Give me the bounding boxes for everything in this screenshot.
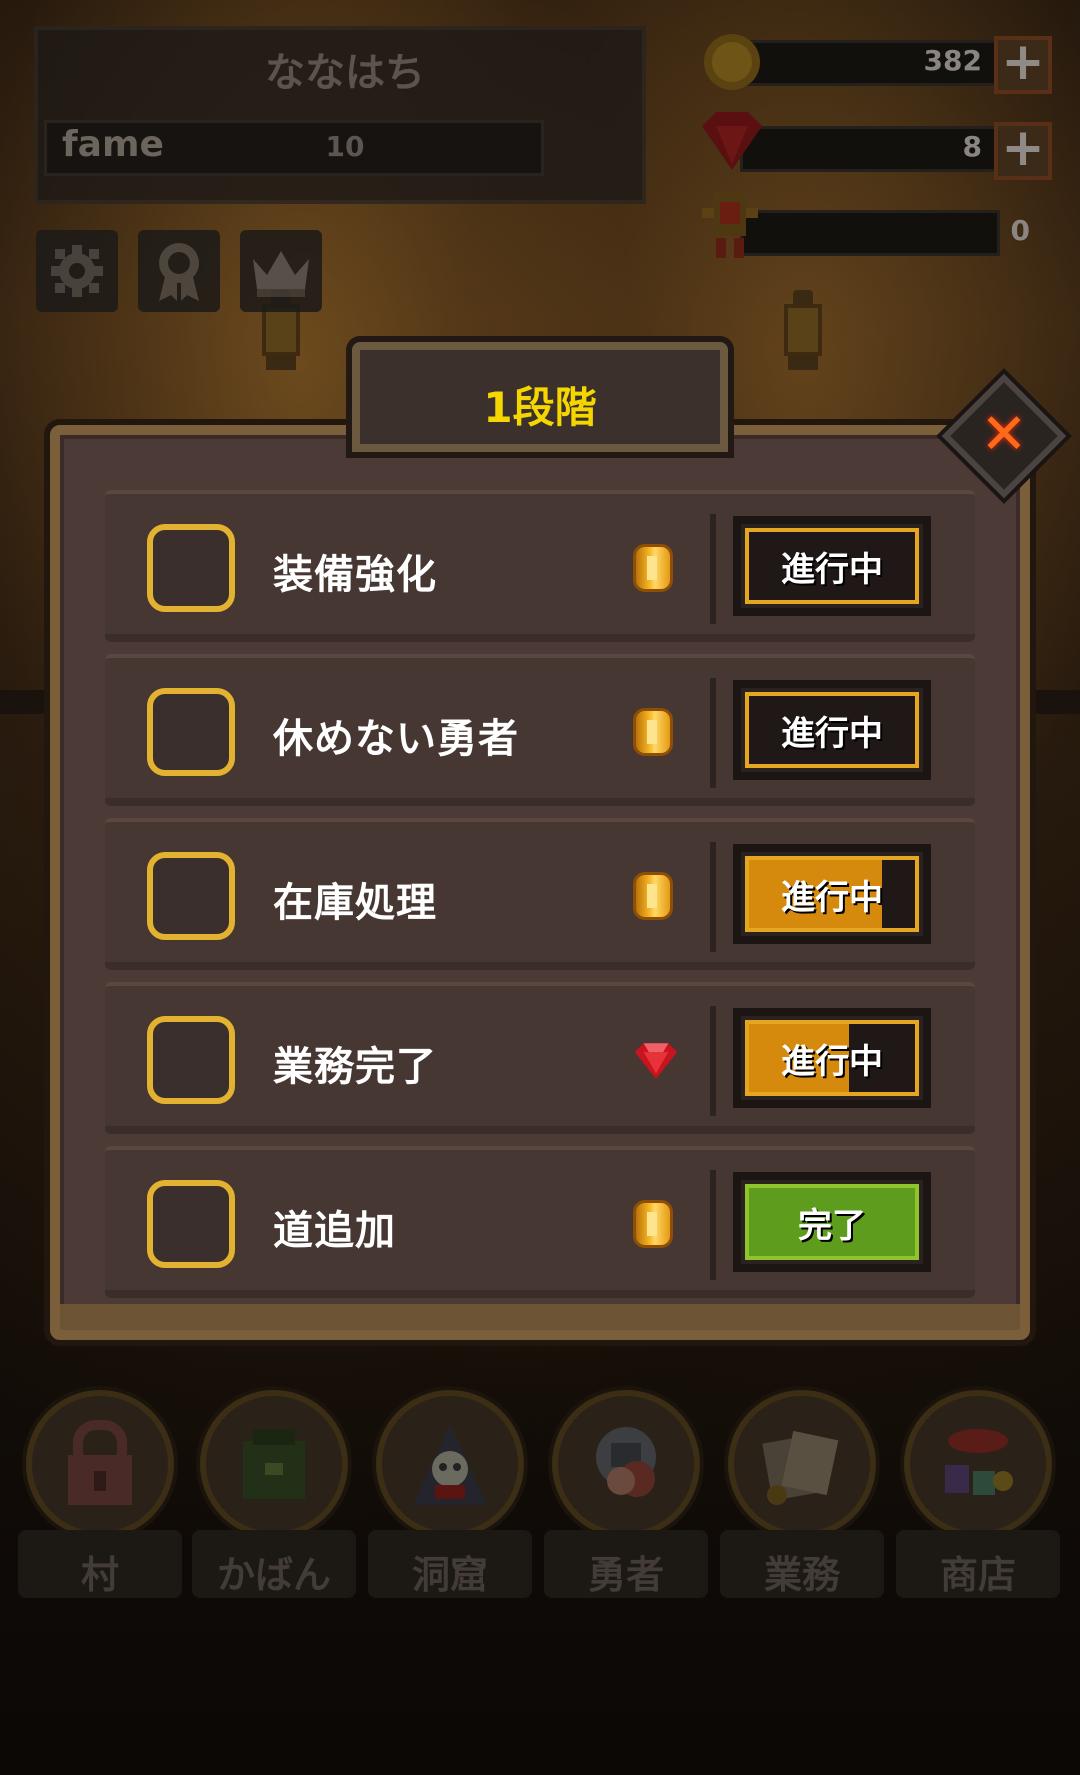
quest-checkbox bbox=[147, 852, 235, 940]
ruby-reward-icon bbox=[634, 1043, 678, 1079]
settings-button[interactable] bbox=[36, 230, 118, 312]
ranking-button[interactable] bbox=[240, 230, 322, 312]
quest-row: 在庫処理 進行中 bbox=[105, 818, 975, 970]
player-name: ななはち bbox=[265, 50, 425, 96]
fame-label: fame bbox=[62, 124, 164, 165]
gold-value: 382 bbox=[923, 44, 982, 77]
quest-status-button[interactable]: 進行中 bbox=[733, 1008, 931, 1108]
nav-bag[interactable]: かばん bbox=[192, 1390, 356, 1600]
status-label: 進行中 bbox=[781, 1041, 883, 1082]
nav-shop[interactable]: 商店 bbox=[896, 1390, 1060, 1600]
fame-value: 10 bbox=[325, 130, 365, 163]
nav-label: かばん bbox=[216, 1553, 331, 1597]
quest-status-button[interactable]: 進行中 bbox=[733, 516, 931, 616]
medal-currency: 0 bbox=[700, 192, 1052, 260]
status-label: 進行中 bbox=[781, 877, 883, 918]
quest-checkbox bbox=[147, 1016, 235, 1104]
nav-village[interactable]: 村 bbox=[18, 1390, 182, 1600]
skull-icon bbox=[413, 1425, 487, 1505]
quest-status-button[interactable]: 進行中 bbox=[733, 680, 931, 780]
lock-icon bbox=[68, 1420, 132, 1505]
ruby-value: 8 bbox=[962, 130, 982, 163]
buy-gold-button[interactable]: + bbox=[994, 36, 1052, 94]
ruby-gem-icon bbox=[702, 112, 762, 170]
nav-label: 業務 bbox=[763, 1553, 840, 1597]
quest-row: 業務完了 進行中 bbox=[105, 982, 975, 1134]
buy-ruby-button[interactable]: + bbox=[994, 122, 1052, 180]
shop-icon bbox=[945, 1429, 1013, 1495]
ribbon-award-icon bbox=[159, 243, 199, 301]
status-label: 完了 bbox=[798, 1205, 866, 1246]
nav-label: 勇者 bbox=[587, 1553, 664, 1597]
nav-business[interactable]: 業務 bbox=[720, 1390, 884, 1600]
quest-row: 休めない勇者 進行中 bbox=[105, 654, 975, 806]
coin-reward-icon bbox=[633, 872, 679, 922]
lantern-icon bbox=[780, 290, 826, 374]
bag-icon bbox=[243, 1429, 305, 1499]
gear-icon bbox=[51, 245, 103, 297]
nav-cave[interactable]: 洞窟 bbox=[368, 1390, 532, 1600]
nav-label: 洞窟 bbox=[411, 1553, 488, 1597]
medal-icon bbox=[702, 192, 758, 258]
achievements-button[interactable] bbox=[138, 230, 220, 312]
modal-title-tab: 1段階 bbox=[352, 342, 728, 452]
coin-reward-icon bbox=[633, 1200, 679, 1250]
ruby-currency: 8 + bbox=[700, 112, 1052, 180]
gold-currency: 382 + bbox=[700, 30, 1052, 94]
quest-label: 在庫処理 bbox=[273, 880, 437, 926]
status-label: 進行中 bbox=[781, 713, 883, 754]
quest-label: 業務完了 bbox=[273, 1044, 437, 1090]
quest-status-button[interactable]: 完了 bbox=[733, 1172, 931, 1272]
scroll-icon bbox=[762, 1430, 839, 1505]
hero-icon bbox=[596, 1427, 656, 1497]
medal-value: 0 bbox=[1010, 214, 1030, 247]
status-label: 進行中 bbox=[781, 549, 883, 590]
close-icon[interactable]: ✕ bbox=[972, 403, 1036, 467]
nav-label: 村 bbox=[80, 1553, 119, 1597]
coin-reward-icon bbox=[633, 544, 679, 594]
quest-row: 装備強化 進行中 bbox=[105, 490, 975, 642]
quest-label: 休めない勇者 bbox=[273, 716, 519, 762]
coin-reward-icon bbox=[633, 708, 679, 758]
quest-row: 道追加 完了 bbox=[105, 1146, 975, 1298]
crown-icon bbox=[253, 251, 309, 297]
quest-label: 道追加 bbox=[273, 1208, 396, 1254]
quest-checkbox bbox=[147, 688, 235, 776]
quest-checkbox bbox=[147, 1180, 235, 1268]
quest-label: 装備強化 bbox=[273, 552, 437, 598]
quest-list[interactable]: 装備強化 進行中 休めない勇者 進行中 在庫処理 進行中 業務完了 進行中 道追… bbox=[100, 480, 980, 1305]
nav-hero[interactable]: 勇者 bbox=[544, 1390, 708, 1600]
nav-label: 商店 bbox=[939, 1553, 1016, 1597]
quest-checkbox bbox=[147, 524, 235, 612]
quest-status-button[interactable]: 進行中 bbox=[733, 844, 931, 944]
gold-coin-icon bbox=[704, 34, 760, 90]
modal-title: 1段階 bbox=[483, 383, 597, 432]
